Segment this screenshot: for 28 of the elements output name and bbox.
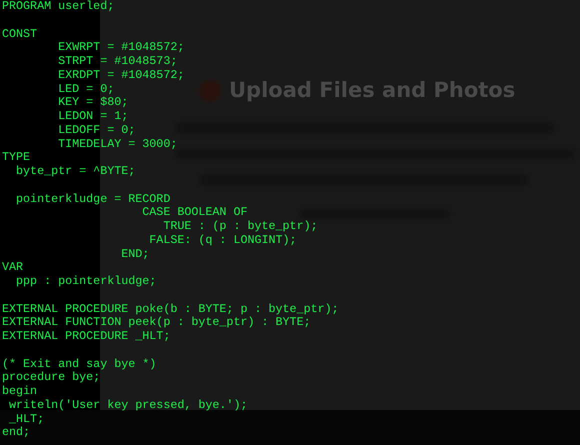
code-line: LEDOFF = 0;: [57, 122, 136, 137]
code-line: VAR: [2, 260, 24, 274]
code-line: byte_ptr = ^BYTE;: [15, 164, 136, 178]
code-line: CASE BOOLEAN OF: [141, 205, 248, 220]
code-line: END;: [120, 246, 150, 260]
code-line: LED = 0;: [57, 82, 114, 96]
code-line: KEY = $80;: [57, 95, 128, 110]
code-line: PROGRAM userled;: [2, 0, 114, 13]
code-line: CONST: [2, 26, 38, 40]
code-line: STRPT = #1048573;: [57, 54, 178, 68]
code-line: EXTERNAL PROCEDURE poke(b : BYTE; p : byte_ptr);: [2, 302, 339, 316]
code-line: writeln('User key pressed, bye.');: [8, 398, 248, 412]
code-line: TYPE: [2, 150, 30, 164]
code-line: pointerkludge = RECORD: [15, 192, 170, 206]
code-line: LEDON = 1;: [57, 109, 128, 123]
code-line: TRUE : (p : byte_ptr);: [162, 219, 318, 233]
code-line: EXRDPT = #1048572;: [57, 68, 184, 82]
code-line: FALSE: (q : LONGINT);: [148, 232, 297, 247]
code-line: _HLT;: [8, 412, 44, 426]
code-line: begin: [2, 384, 38, 398]
code-line: (* Exit and say bye *): [2, 356, 156, 370]
code-line: TIMEDELAY = 3000;: [57, 136, 178, 150]
code-line: EXTERNAL FUNCTION peek(p : byte_ptr) : BYTE;: [2, 315, 311, 330]
code-line: ppp : pointerkludge;: [15, 274, 156, 288]
code-line: procedure bye;: [2, 370, 100, 384]
code-line: EXTERNAL PROCEDURE _HLT;: [2, 329, 170, 343]
code-line: end;: [2, 425, 30, 440]
code-line: EXWRPT = #1048572;: [57, 40, 184, 54]
